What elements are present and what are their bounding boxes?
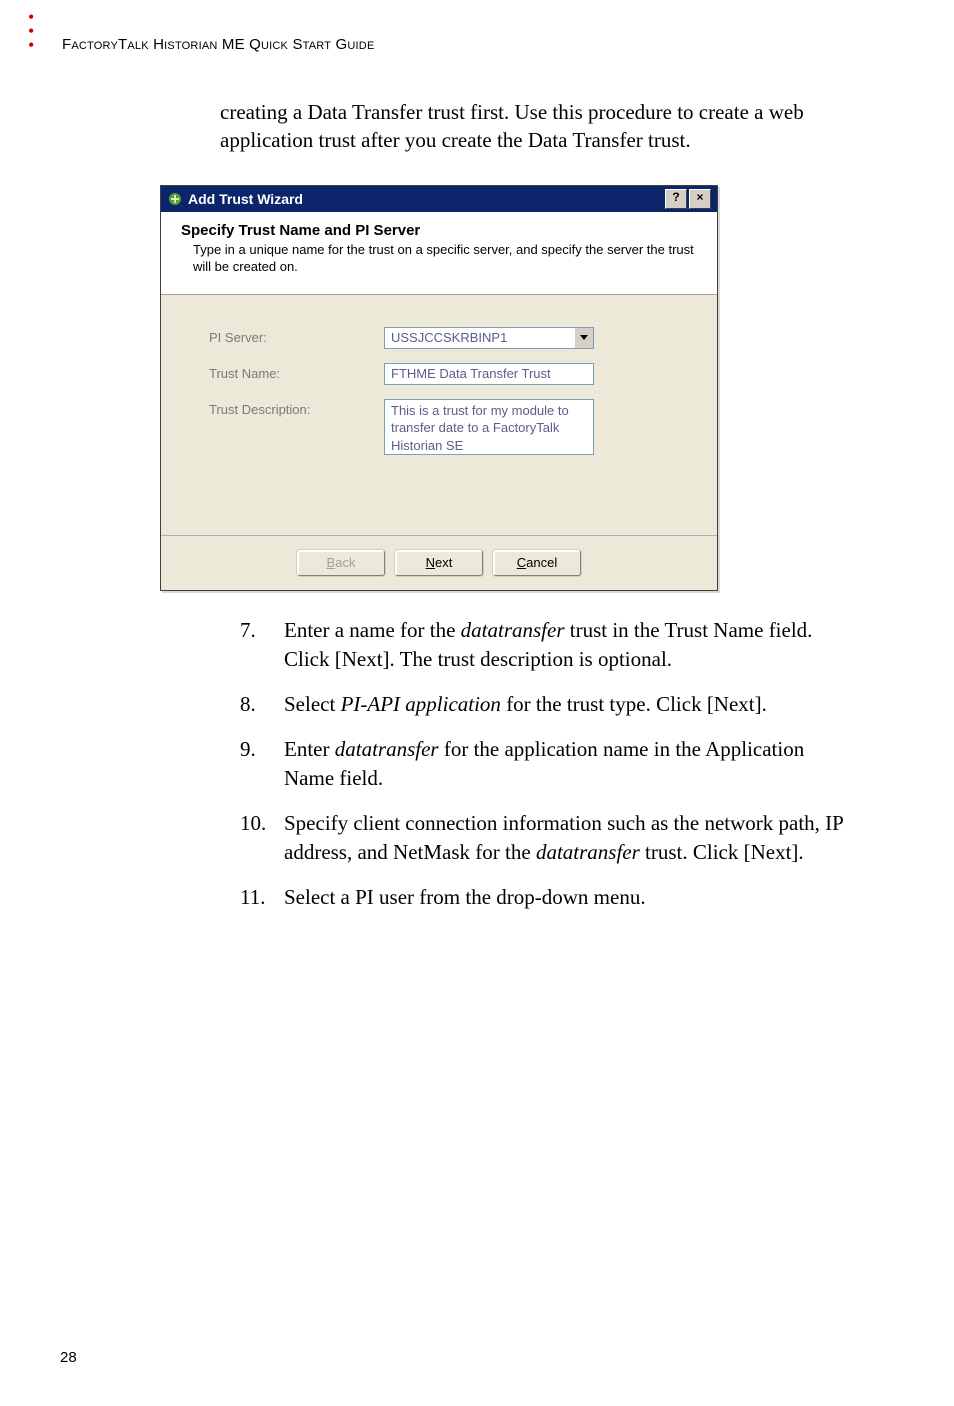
step-title: Specify Trust Name and PI Server <box>181 222 697 239</box>
back-label: ack <box>335 555 355 570</box>
next-button[interactable]: Next <box>395 550 483 576</box>
help-button[interactable]: ? <box>665 189 687 209</box>
pi-server-value: USSJCCSKRBINP1 <box>385 328 574 348</box>
trust-desc-label: Trust Description: <box>209 399 384 417</box>
list-item: 10. Specify client connection informatio… <box>240 809 854 867</box>
trust-name-label: Trust Name: <box>209 363 384 381</box>
wizard-title: Add Trust Wizard <box>188 191 303 207</box>
cancel-label: ancel <box>526 555 557 570</box>
pi-server-select[interactable]: USSJCCSKRBINP1 <box>384 327 594 349</box>
trust-desc-input[interactable] <box>384 399 594 455</box>
list-item: 7. Enter a name for the datatransfer tru… <box>240 616 854 674</box>
list-item: 8. Select PI-API application for the tru… <box>240 690 854 719</box>
pi-server-label: PI Server: <box>209 327 384 345</box>
intro-paragraph: creating a Data Transfer trust first. Us… <box>220 98 854 155</box>
back-button: Back <box>297 550 385 576</box>
procedure-list: 7. Enter a name for the datatransfer tru… <box>240 616 854 912</box>
wizard-step-header: Specify Trust Name and PI Server Type in… <box>161 212 717 295</box>
step-description: Type in a unique name for the trust on a… <box>181 241 697 276</box>
chevron-down-icon <box>574 328 593 348</box>
close-button[interactable]: × <box>689 189 711 209</box>
list-item: 11. Select a PI user from the drop-down … <box>240 883 854 912</box>
list-item: 9. Enter datatransfer for the applicatio… <box>240 735 854 793</box>
bullet-decor: ••• <box>28 10 34 52</box>
cancel-button[interactable]: Cancel <box>493 550 581 576</box>
doc-header: FactoryTalk Historian ME Quick Start Gui… <box>62 36 894 53</box>
add-trust-wizard-dialog: Add Trust Wizard ? × Specify Trust Name … <box>160 185 718 591</box>
page-number: 28 <box>60 1349 77 1366</box>
next-label: ext <box>435 555 452 570</box>
trust-name-input[interactable] <box>384 363 594 385</box>
wizard-icon <box>167 191 183 207</box>
titlebar: Add Trust Wizard ? × <box>161 186 717 212</box>
